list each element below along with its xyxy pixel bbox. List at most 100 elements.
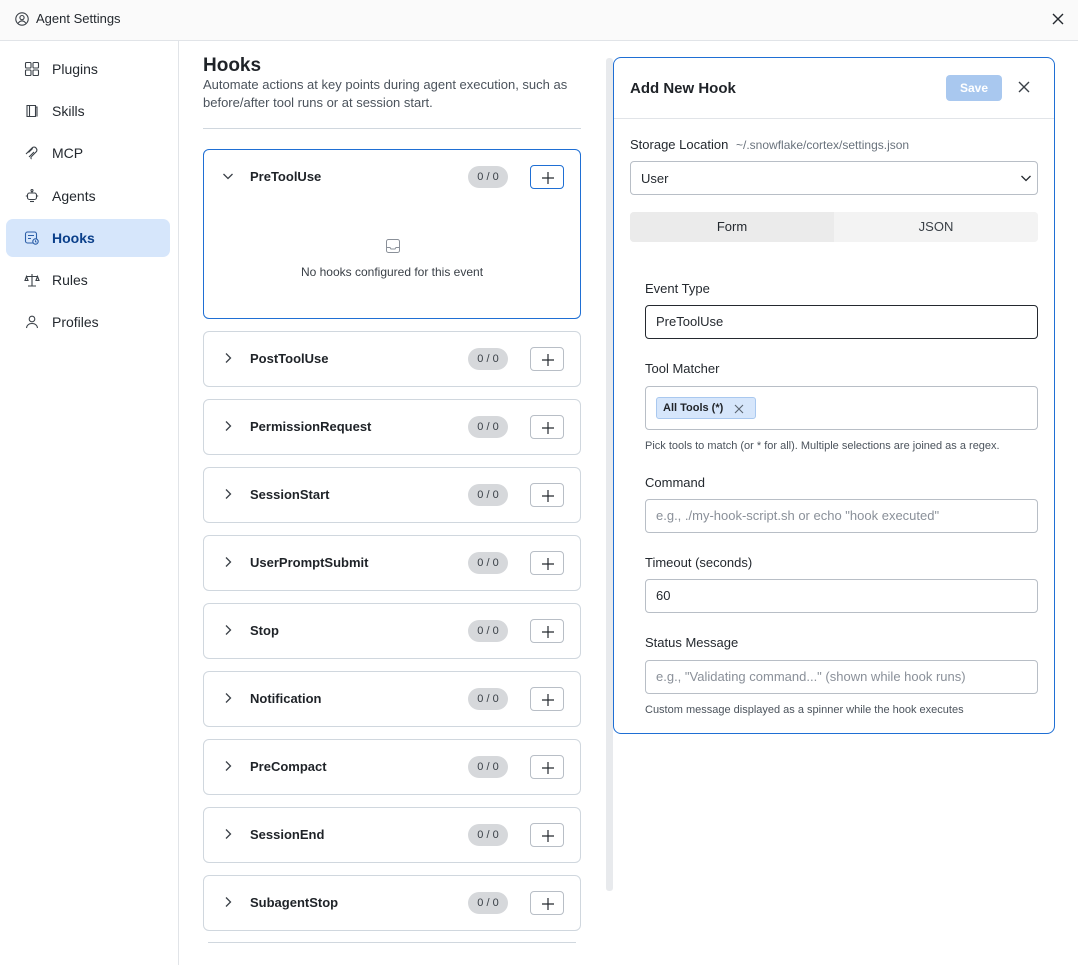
event-name: PermissionRequest [250, 419, 372, 434]
plus-icon [542, 172, 554, 184]
plugin-icon [24, 61, 40, 77]
event-type-input[interactable] [656, 314, 1026, 329]
user-circle-icon [15, 12, 29, 26]
window-title: Agent Settings [36, 11, 121, 26]
sidebar-item-profiles[interactable]: Profiles [6, 303, 170, 341]
hook-count-badge: 0 / 0 [468, 166, 508, 188]
event-card-stop[interactable]: Stop 0 / 0 [203, 603, 581, 659]
sidebar-item-label: Agents [52, 188, 96, 204]
close-icon[interactable] [1050, 11, 1066, 27]
event-card-sessionend[interactable]: SessionEnd 0 / 0 [203, 807, 581, 863]
page-description: Automate actions at key points during ag… [203, 77, 568, 110]
sidebar-item-label: Hooks [52, 230, 95, 246]
hook-count-badge: 0 / 0 [468, 824, 508, 846]
add-hook-button[interactable] [530, 755, 564, 779]
timeout-field[interactable] [645, 579, 1038, 613]
sidebar-item-label: Skills [52, 103, 85, 119]
plus-icon [542, 490, 554, 502]
book-icon [26, 104, 38, 118]
event-card-pretooluse[interactable]: PreToolUse 0 / 0 No hooks configured for… [203, 149, 581, 319]
divider [203, 128, 581, 129]
add-hook-button[interactable] [530, 165, 564, 189]
sidebar: Plugins Skills MCP Agents Hooks Rules Pr… [0, 41, 179, 965]
event-type-field[interactable] [645, 305, 1038, 339]
tab-json[interactable]: JSON [834, 212, 1038, 242]
event-card-permissionrequest[interactable]: PermissionRequest 0 / 0 [203, 399, 581, 455]
chevron-right-icon[interactable] [221, 555, 235, 569]
sidebar-item-mcp[interactable]: MCP [6, 134, 170, 172]
save-button[interactable]: Save [946, 75, 1002, 101]
add-hook-button[interactable] [530, 347, 564, 371]
command-label: Command [645, 475, 705, 490]
event-card-subagentstop[interactable]: SubagentStop 0 / 0 [203, 875, 581, 931]
divider [208, 942, 576, 943]
chevron-right-icon[interactable] [221, 827, 235, 841]
event-card-precompact[interactable]: PreCompact 0 / 0 [203, 739, 581, 795]
sidebar-item-plugins[interactable]: Plugins [6, 50, 170, 88]
sidebar-item-label: Plugins [52, 61, 98, 77]
mcp-icon [25, 146, 38, 160]
page-title: Hooks [203, 55, 262, 76]
plus-icon [542, 422, 554, 434]
add-hook-panel: Add New Hook Save Storage Location ~/.sn… [613, 57, 1055, 734]
chevron-right-icon[interactable] [221, 691, 235, 705]
add-hook-button[interactable] [530, 687, 564, 711]
chevron-right-icon[interactable] [221, 623, 235, 637]
command-input[interactable] [656, 508, 1026, 523]
scrollbar[interactable] [606, 58, 613, 891]
add-hook-button[interactable] [530, 483, 564, 507]
tab-form[interactable]: Form [630, 212, 834, 242]
chevron-down-icon[interactable] [221, 169, 235, 183]
scale-icon [24, 274, 40, 287]
tool-chip: All Tools (*) [656, 397, 756, 419]
chevron-right-icon[interactable] [221, 759, 235, 773]
sidebar-item-rules[interactable]: Rules [6, 261, 170, 299]
title-bar: Agent Settings [0, 0, 1078, 41]
storage-location-label: Storage Location [630, 137, 729, 152]
sidebar-item-skills[interactable]: Skills [6, 92, 170, 130]
status-message-hint: Custom message displayed as a spinner wh… [645, 704, 964, 716]
event-name: SubagentStop [250, 895, 339, 910]
plus-icon [542, 762, 554, 774]
add-hook-button[interactable] [530, 823, 564, 847]
event-name: SessionEnd [250, 827, 325, 842]
hook-count-badge: 0 / 0 [468, 688, 508, 710]
user-icon [25, 315, 39, 329]
close-icon[interactable] [1017, 80, 1031, 94]
storage-location-value: User [641, 171, 669, 186]
command-field[interactable] [645, 499, 1038, 533]
hook-count-badge: 0 / 0 [468, 348, 508, 370]
hooks-main: Hooks Automate actions at key points dur… [180, 41, 606, 965]
event-card-notification[interactable]: Notification 0 / 0 [203, 671, 581, 727]
event-name: Stop [250, 623, 279, 638]
hook-count-badge: 0 / 0 [468, 892, 508, 914]
hook-count-badge: 0 / 0 [468, 756, 508, 778]
inbox-icon [386, 239, 400, 253]
plus-icon [542, 694, 554, 706]
add-hook-button[interactable] [530, 619, 564, 643]
status-message-input[interactable] [656, 669, 1026, 684]
add-hook-button[interactable] [530, 415, 564, 439]
chevron-right-icon[interactable] [221, 351, 235, 365]
mode-toggle: Form JSON [630, 212, 1038, 242]
storage-location-select[interactable]: User [630, 161, 1038, 195]
event-card-posttooluse[interactable]: PostToolUse 0 / 0 [203, 331, 581, 387]
remove-chip-icon[interactable] [733, 403, 745, 415]
sidebar-item-agents[interactable]: Agents [6, 177, 170, 215]
sidebar-item-hooks[interactable]: Hooks [6, 219, 170, 257]
chevron-right-icon[interactable] [221, 895, 235, 909]
chevron-right-icon[interactable] [221, 487, 235, 501]
add-hook-button[interactable] [530, 891, 564, 915]
plus-icon [542, 830, 554, 842]
tool-chip-label: All Tools (*) [663, 402, 724, 414]
event-name: PreCompact [250, 759, 327, 774]
sidebar-item-label: Profiles [52, 314, 99, 330]
sidebar-item-label: Rules [52, 272, 88, 288]
add-hook-button[interactable] [530, 551, 564, 575]
status-message-field[interactable] [645, 660, 1038, 694]
tool-matcher-field[interactable]: All Tools (*) [645, 386, 1038, 430]
chevron-right-icon[interactable] [221, 419, 235, 433]
timeout-input[interactable] [656, 588, 1026, 603]
event-card-sessionstart[interactable]: SessionStart 0 / 0 [203, 467, 581, 523]
event-card-userpromptsubmit[interactable]: UserPromptSubmit 0 / 0 [203, 535, 581, 591]
